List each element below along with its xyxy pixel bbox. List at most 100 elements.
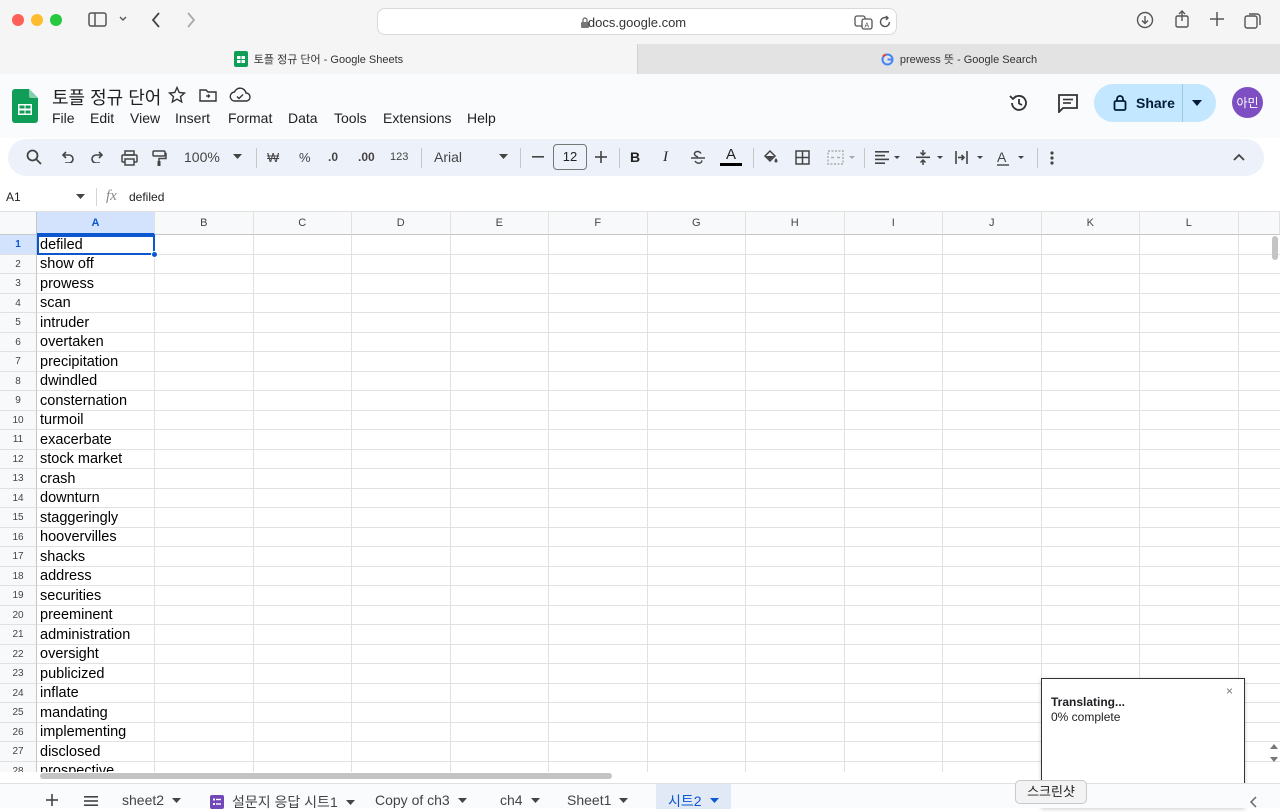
cell-a12[interactable]: stock market [40,450,122,470]
scroll-up-arrow-icon[interactable] [1270,744,1278,749]
row-header-12[interactable]: 12 [0,450,37,470]
menu-edit[interactable]: Edit [90,110,114,126]
reload-icon[interactable] [878,15,892,29]
row-header-5[interactable]: 5 [0,313,37,333]
row-header-1[interactable]: 1 [0,235,37,255]
paint-format-icon[interactable] [152,150,167,167]
sheet-tab[interactable]: sheet2 [122,792,181,808]
column-header-j[interactable]: J [943,212,1042,235]
menu-tools[interactable]: Tools [334,110,367,126]
row-header-22[interactable]: 22 [0,645,37,665]
new-tab-icon[interactable] [1209,11,1225,27]
redo-icon[interactable] [91,151,105,163]
name-box-dropdown-icon[interactable] [76,194,85,199]
increase-decimal-button[interactable]: .00 [358,150,375,164]
row-header-4[interactable]: 4 [0,294,37,314]
zoom-dropdown-icon[interactable] [233,154,242,159]
row-header-7[interactable]: 7 [0,352,37,372]
decrease-decimal-button[interactable]: .0 [328,150,338,164]
format-currency-button[interactable]: ₩ [267,150,279,165]
undo-icon[interactable] [60,151,74,163]
borders-icon[interactable] [795,150,810,165]
cell-a7[interactable]: precipitation [40,353,118,373]
column-header-f[interactable]: F [549,212,648,235]
menu-help[interactable]: Help [467,110,496,126]
row-header-26[interactable]: 26 [0,723,37,743]
scroll-tabs-left-icon[interactable] [1250,796,1258,808]
column-header-b[interactable]: B [155,212,254,235]
move-folder-icon[interactable] [199,87,217,103]
increase-font-size-icon[interactable] [595,151,607,163]
font-dropdown-icon[interactable] [499,154,508,159]
column-header-e[interactable]: E [451,212,550,235]
row-header-3[interactable]: 3 [0,274,37,294]
cell-a22[interactable]: oversight [40,645,99,665]
row-header-28[interactable]: 28 [0,762,37,773]
row-header-17[interactable]: 17 [0,547,37,567]
fill-handle[interactable] [151,251,158,258]
row-header-21[interactable]: 21 [0,625,37,645]
row-header-19[interactable]: 19 [0,586,37,606]
row-header-27[interactable]: 27 [0,742,37,762]
comments-icon[interactable] [1057,93,1079,113]
scroll-down-arrow-icon[interactable] [1270,757,1278,762]
cell-a21[interactable]: administration [40,626,130,646]
merge-cells-icon[interactable] [827,150,857,165]
cell-a28[interactable]: prospective [40,762,114,772]
cell-a17[interactable]: shacks [40,548,85,568]
avatar[interactable]: 아민 [1232,87,1263,118]
cell-a19[interactable]: securities [40,587,101,607]
menu-format[interactable]: Format [228,110,272,126]
column-header-a[interactable]: A [37,212,155,235]
menu-file[interactable]: File [52,110,75,126]
menu-data[interactable]: Data [288,110,318,126]
sidebar-toggle-icon[interactable] [88,11,108,29]
more-formats-button[interactable]: 123 [390,151,408,163]
row-header-10[interactable]: 10 [0,411,37,431]
text-rotation-icon[interactable]: A [996,149,1026,166]
sheet-tab-menu-icon[interactable] [172,798,181,803]
bold-button[interactable]: B [630,149,640,165]
print-icon[interactable] [121,150,138,166]
column-header-d[interactable]: D [352,212,451,235]
horizontal-scrollbar[interactable] [40,773,612,779]
star-icon[interactable] [168,86,186,104]
row-header-18[interactable]: 18 [0,567,37,587]
column-header-partial[interactable] [1239,212,1280,235]
cell-a15[interactable]: staggeringly [40,509,118,529]
share-button[interactable]: Share [1094,84,1216,122]
sheet-tab[interactable]: Sheet1 [567,792,628,808]
row-header-25[interactable]: 25 [0,703,37,723]
cell-a8[interactable]: dwindled [40,372,97,392]
zoom-select[interactable]: 100% [184,149,220,165]
browser-tab-sheets[interactable]: 토플 정규 단어 - Google Sheets [0,44,637,74]
row-header-6[interactable]: 6 [0,333,37,353]
cell-a9[interactable]: consternation [40,392,127,412]
close-window-button[interactable] [12,14,24,26]
sheet-tab-menu-icon[interactable] [346,800,355,805]
menu-view[interactable]: View [130,110,160,126]
sheet-tab-menu-icon[interactable] [710,798,719,803]
zoom-window-button[interactable] [50,14,62,26]
sheet-tab[interactable]: Copy of ch3 [375,792,467,808]
vertical-scrollbar[interactable] [1272,236,1278,260]
back-icon[interactable] [150,11,162,29]
formula-input[interactable]: defiled [129,190,164,204]
row-header-16[interactable]: 16 [0,528,37,548]
vertical-align-icon[interactable] [916,149,946,166]
name-box[interactable]: A1 [6,190,21,204]
cell-a3[interactable]: prowess [40,275,94,295]
cell-a18[interactable]: address [40,567,92,587]
close-icon[interactable]: × [1226,684,1233,698]
sheet-tab[interactable]: 시트2 [656,784,731,809]
sheet-tab[interactable]: 설문지 응답 시트1 [210,792,355,812]
all-sheets-icon[interactable] [84,796,98,806]
row-header-15[interactable]: 15 [0,508,37,528]
font-family-select[interactable]: Arial [434,149,462,165]
cell-a4[interactable]: scan [40,294,71,314]
address-bar[interactable]: docs.google.com A [377,8,897,35]
row-header-11[interactable]: 11 [0,430,37,450]
collapse-menus-icon[interactable] [1233,153,1245,161]
search-menus-icon[interactable] [26,149,42,165]
cell-a25[interactable]: mandating [40,704,108,724]
